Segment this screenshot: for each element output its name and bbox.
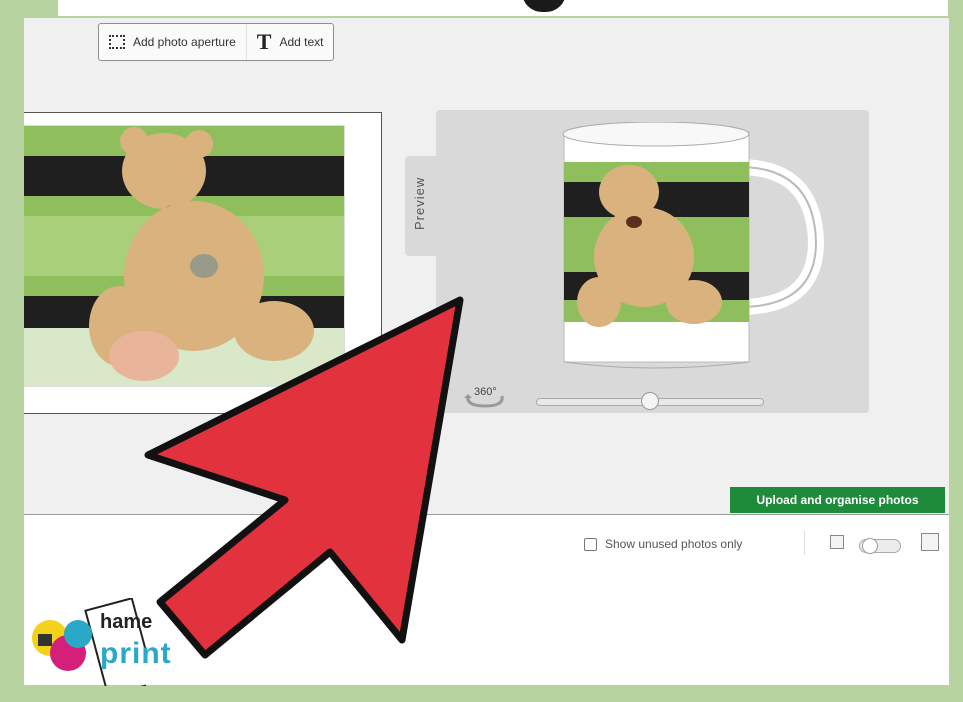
logo-wordmark: hame xyxy=(100,611,153,633)
rotation-slider[interactable] xyxy=(536,392,764,410)
rotate-360-label: 360° xyxy=(474,386,497,398)
thumbnail-size-toggle[interactable] xyxy=(859,538,901,554)
design-canvas[interactable] xyxy=(24,112,382,414)
preview-tab-label: Preview xyxy=(412,176,427,230)
text-icon: T xyxy=(256,29,272,54)
add-text-button[interactable]: T Add text xyxy=(245,24,334,60)
checkbox-box[interactable] xyxy=(584,537,597,551)
top-decoration xyxy=(522,0,566,12)
show-unused-photos-checkbox[interactable]: Show unused photos only xyxy=(584,537,742,551)
design-area: Add photo aperture T Add text Preview 36… xyxy=(24,18,949,514)
show-unused-photos-label: Show unused photos only xyxy=(605,537,743,551)
preview-tab[interactable]: Preview xyxy=(405,156,439,256)
upload-and-organise-photos-button[interactable]: Upload and organise photos xyxy=(730,487,945,513)
logo-print-word: print xyxy=(100,637,172,670)
rotation-slider-handle[interactable] xyxy=(641,392,659,410)
top-strip xyxy=(58,0,948,16)
mug-editor-app: Add photo aperture T Add text Preview 36… xyxy=(24,18,949,685)
thumbnail-large-icon[interactable] xyxy=(921,533,939,551)
add-photo-aperture-label: Add photo aperture xyxy=(133,35,236,49)
frame-bottom xyxy=(0,686,963,702)
mug-preview-image xyxy=(562,122,825,369)
thumbnail-small-icon[interactable] xyxy=(830,535,844,549)
add-text-label: Add text xyxy=(279,35,324,49)
editor-toolbar: Add photo aperture T Add text xyxy=(98,23,335,61)
rotate-360-button[interactable]: 360° xyxy=(460,384,510,410)
mug-preview-panel xyxy=(436,110,869,413)
add-photo-aperture-button[interactable]: Add photo aperture xyxy=(99,24,246,60)
aperture-icon xyxy=(109,35,125,49)
divider xyxy=(804,531,805,555)
toggle-knob[interactable] xyxy=(862,538,878,554)
teddy-bear-photo[interactable] xyxy=(24,125,345,387)
